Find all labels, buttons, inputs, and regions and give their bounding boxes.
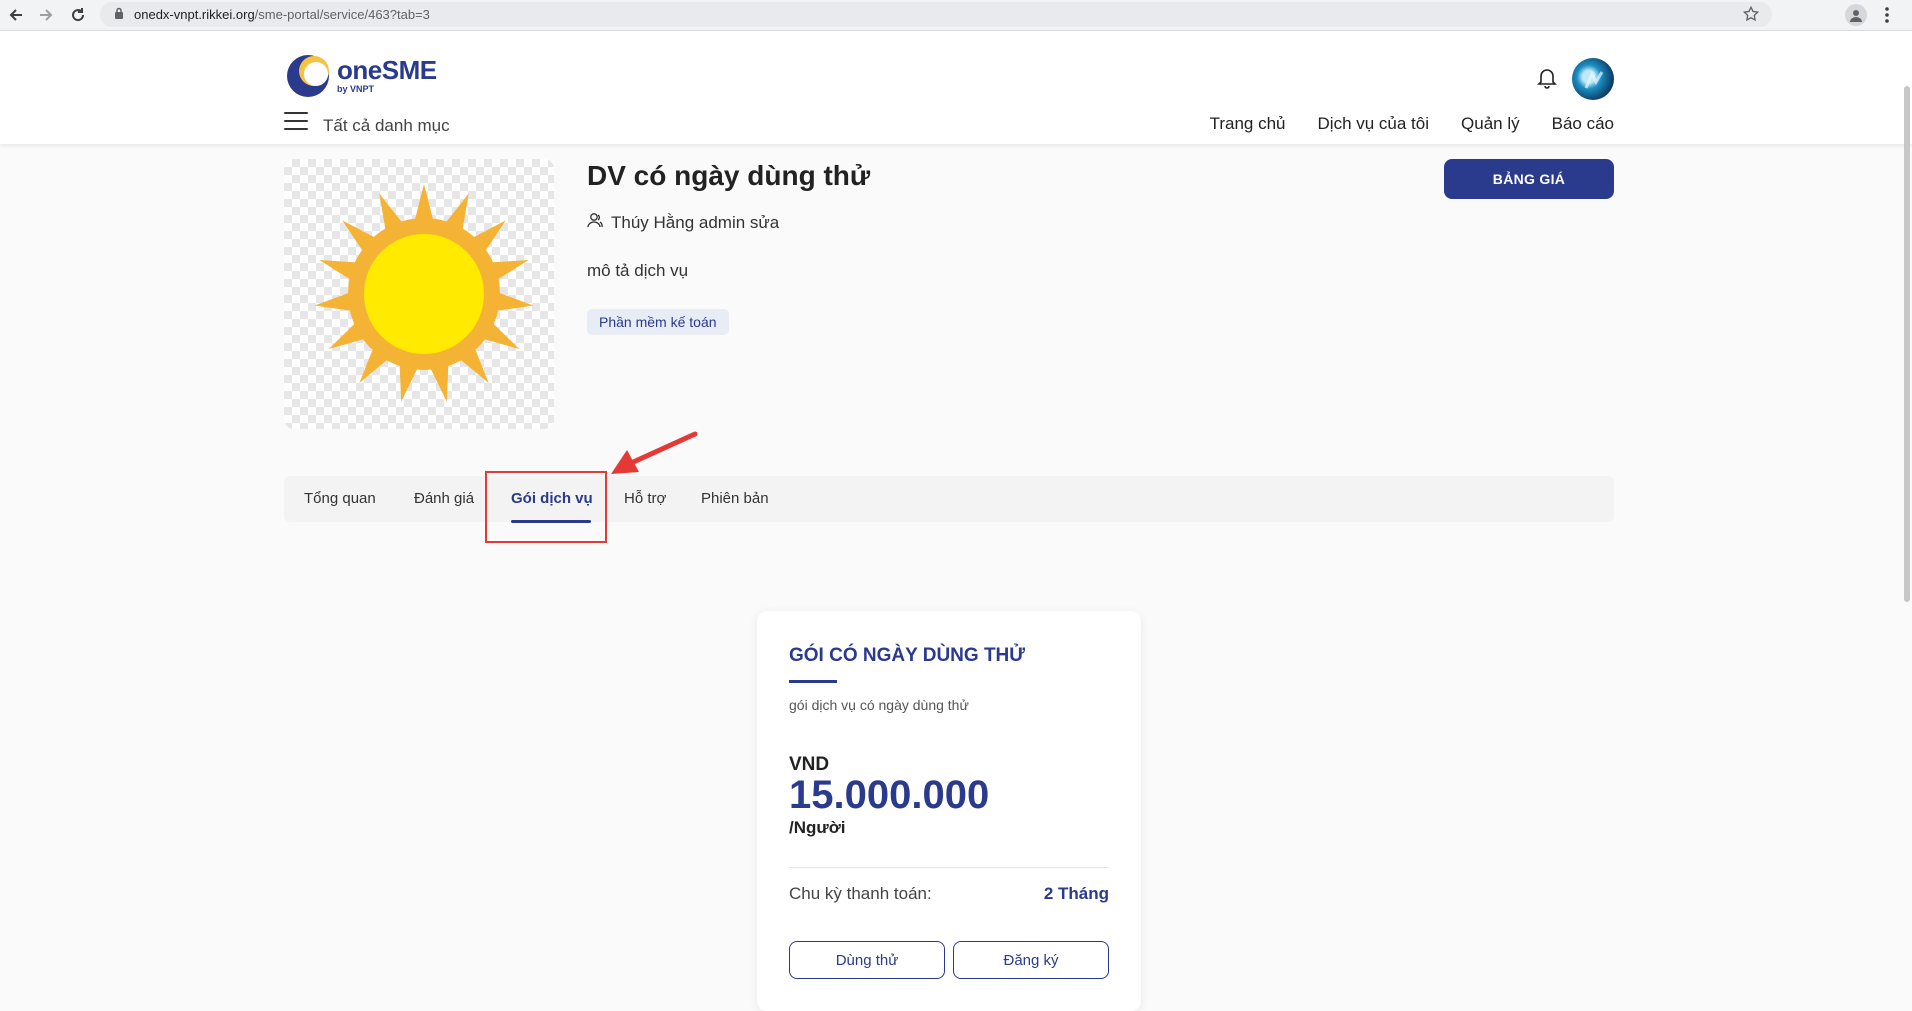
browser-profile-icon[interactable] — [1845, 4, 1867, 26]
register-button[interactable]: Đăng ký — [953, 941, 1109, 979]
browser-toolbar: onedx-vnpt.rikkei.org/sme-portal/service… — [0, 0, 1912, 31]
package-price-unit: /Người — [789, 818, 846, 837]
nav-management[interactable]: Quản lý — [1461, 114, 1520, 134]
site-header: oneSME by VNPT Tất cả danh mục Trang chủ… — [0, 31, 1912, 144]
url-text: onedx-vnpt.rikkei.org/sme-portal/service… — [134, 7, 430, 22]
top-navigation: Trang chủ Dịch vụ của tôi Quản lý Báo cá… — [1210, 114, 1614, 134]
logo-subtext: by VNPT — [337, 84, 375, 94]
service-tabs: Tổng quan Đánh giá Gói dịch vụ Hỗ trợ Ph… — [284, 476, 1614, 522]
tab-versions[interactable]: Phiên bản — [701, 490, 769, 507]
lock-icon — [114, 6, 124, 24]
reload-icon[interactable] — [68, 5, 88, 25]
all-categories-link[interactable]: Tất cả danh mục — [323, 116, 450, 136]
annotation-arrow-icon — [605, 428, 701, 483]
nav-reports[interactable]: Báo cáo — [1552, 114, 1614, 134]
nav-my-services[interactable]: Dịch vụ của tôi — [1318, 114, 1430, 134]
package-description: gói dịch vụ có ngày dùng thử — [789, 697, 969, 713]
bookmark-star-icon[interactable] — [1742, 5, 1760, 28]
package-title-underline — [789, 680, 837, 683]
card-divider — [789, 867, 1109, 868]
package-card: GÓI CÓ NGÀY DÙNG THỬ gói dịch vụ có ngày… — [757, 611, 1141, 1011]
annotation-highlight-box — [485, 471, 607, 543]
forward-icon[interactable] — [36, 5, 56, 25]
hamburger-menu-icon[interactable] — [284, 112, 308, 132]
browser-menu-icon[interactable] — [1884, 5, 1890, 30]
billing-cycle-value: 2 Tháng — [1043, 884, 1109, 903]
back-icon[interactable] — [6, 5, 26, 25]
address-bar[interactable]: onedx-vnpt.rikkei.org/sme-portal/service… — [100, 2, 1772, 27]
page-scrollbar[interactable] — [1904, 86, 1910, 602]
notification-bell-icon[interactable] — [1537, 67, 1557, 94]
trial-button[interactable]: Dùng thử — [789, 941, 945, 979]
billing-cycle-label: Chu kỳ thanh toán: — [789, 884, 932, 903]
logo-mark-icon — [287, 55, 329, 97]
user-avatar[interactable] — [1572, 58, 1614, 100]
service-title: DV có ngày dùng thử — [587, 160, 871, 191]
service-description: mô tả dịch vụ — [587, 261, 689, 280]
category-tag[interactable]: Phần mềm kế toán — [587, 309, 729, 335]
service-image — [284, 159, 554, 429]
user-icon — [587, 212, 603, 233]
tab-overview[interactable]: Tổng quan — [304, 490, 376, 507]
package-price: 15.000.000 — [789, 773, 990, 817]
nav-home[interactable]: Trang chủ — [1210, 114, 1286, 134]
sun-icon — [314, 184, 534, 402]
onesme-logo[interactable]: oneSME by VNPT — [285, 53, 445, 101]
package-title: GÓI CÓ NGÀY DÙNG THỬ — [789, 645, 1026, 666]
service-owner: Thúy Hằng admin sửa — [587, 212, 779, 233]
tab-reviews[interactable]: Đánh giá — [414, 490, 474, 507]
price-list-button[interactable]: BẢNG GIÁ — [1444, 159, 1614, 199]
logo-text: oneSME — [337, 55, 437, 85]
service-owner-name: Thúy Hằng admin sửa — [611, 212, 780, 232]
tab-support[interactable]: Hỗ trợ — [624, 490, 666, 507]
